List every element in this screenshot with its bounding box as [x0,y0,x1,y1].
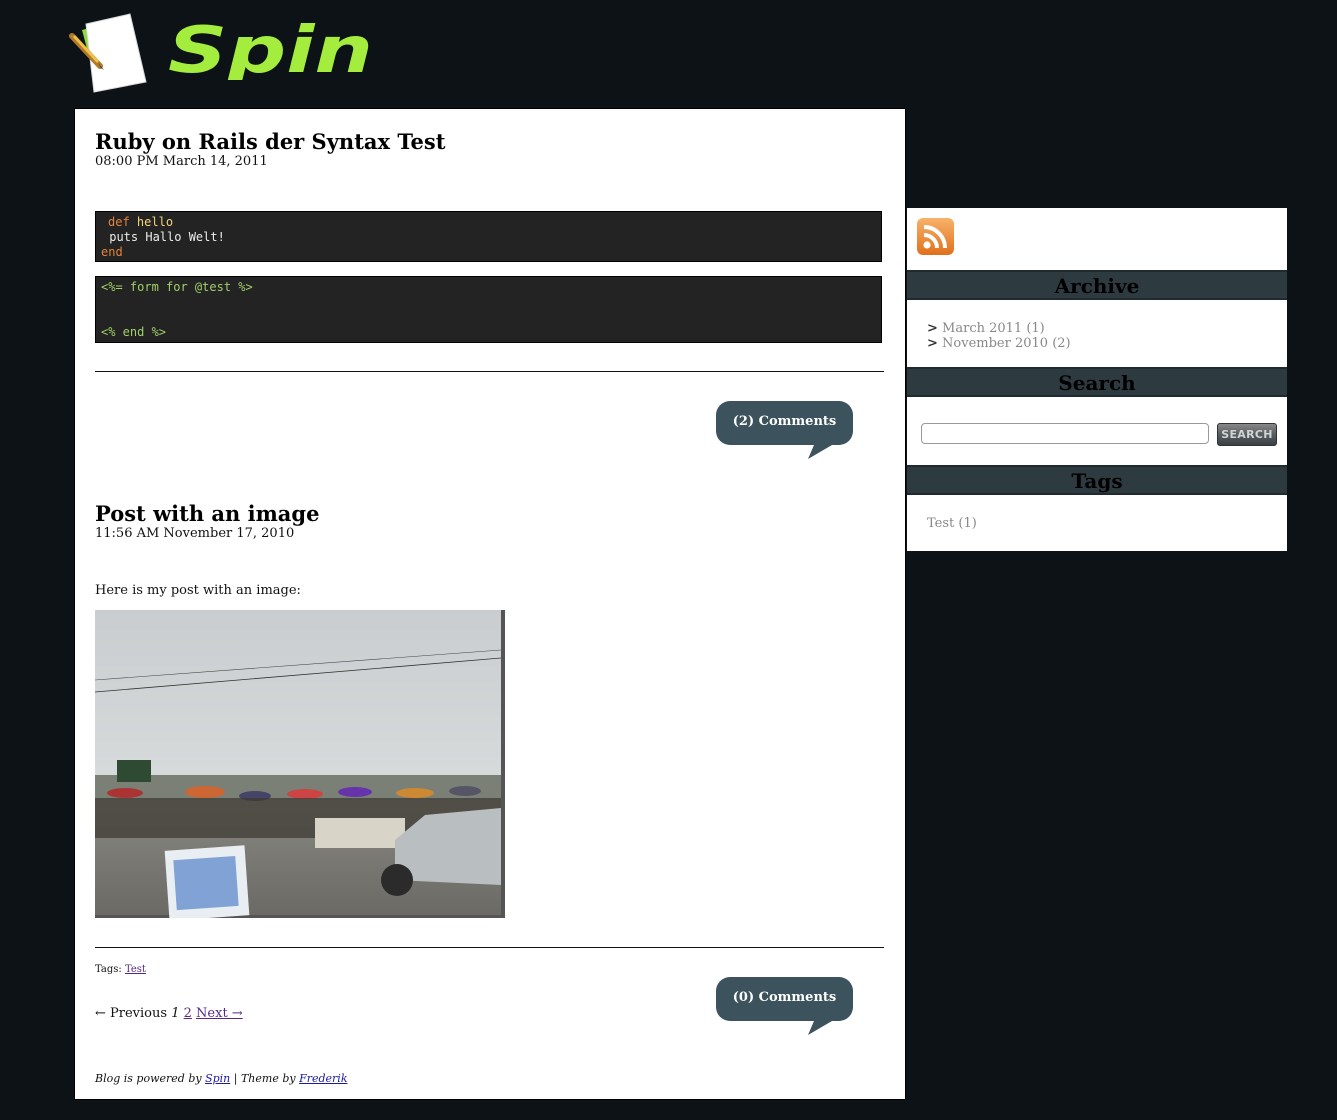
archive-list: > March 2011 (1) > November 2010 (2) [927,321,1071,351]
code-keyword: def [108,215,130,229]
spin-link[interactable]: Spin [205,1072,230,1085]
tag-cloud-item[interactable]: Test (1) [927,516,977,531]
tag-link[interactable]: Test [125,964,146,975]
code-block: <%= form for @test %> <% end %> [95,276,882,343]
archive-item-label[interactable]: November 2010 (2) [942,336,1071,351]
pagination: ← Previous 1 2 Next → [95,1006,243,1021]
search-button[interactable]: SEARCH [1217,423,1277,446]
post-divider [95,371,884,372]
post-body: Here is my post with an image: [95,583,301,598]
post-title[interactable]: Ruby on Rails der Syntax Test [95,129,445,154]
archive-item[interactable]: > November 2010 (2) [927,336,1071,351]
footer: Blog is powered by Spin | Theme by Frede… [95,1072,348,1085]
code-line: <% end %> [101,325,167,339]
footer-text: | Theme by [233,1072,296,1085]
search-heading: Search [907,367,1287,397]
code-block: def hello puts Hallo Welt! end [95,211,882,262]
current-page: 1 [171,1006,180,1021]
arrow-icon: > [927,321,938,336]
post-date: 11:56 AM November 17, 2010 [95,526,295,541]
comments-count[interactable]: (0) Comments [716,977,853,1021]
post-image[interactable] [95,610,505,918]
page-2-link[interactable]: 2 [184,1006,192,1021]
site-logo[interactable]: Spin [68,10,388,100]
archive-item[interactable]: > March 2011 (1) [927,321,1071,336]
search-input[interactable] [921,423,1209,444]
comments-bubble[interactable]: (2) Comments [716,401,853,461]
archive-heading: Archive [907,270,1287,300]
post-date: 08:00 PM March 14, 2011 [95,154,268,169]
arrow-icon: > [927,336,938,351]
brand-name: Spin [168,14,373,80]
tags-heading: Tags [907,465,1287,495]
code-function: hello [136,215,174,229]
rss-icon[interactable] [917,218,954,255]
post-tags: Tags: Test [95,964,146,975]
comments-count[interactable]: (2) Comments [716,401,853,445]
tags-prefix: Tags: [95,964,122,975]
archive-item-label[interactable]: March 2011 (1) [942,321,1045,336]
author-link[interactable]: Frederik [299,1072,347,1085]
notepad-pencil-icon [69,13,147,93]
sidebar: Archive > March 2011 (1) > November 2010… [907,208,1287,551]
post-title[interactable]: Post with an image [95,501,319,526]
tag-cloud: Test (1) [927,516,977,531]
code-keyword: end [101,245,123,259]
post-divider [95,947,884,948]
code-line: <%= form for @test %> [101,280,253,294]
previous-label: ← Previous [95,1006,168,1021]
code-line: puts Hallo Welt! [102,230,225,244]
main-content: Ruby on Rails der Syntax Test 08:00 PM M… [74,108,906,1100]
comments-bubble[interactable]: (0) Comments [716,977,853,1037]
brand-wordmark: Spin [168,14,373,80]
next-link[interactable]: Next → [196,1006,243,1021]
footer-text: Blog is powered by [95,1072,202,1085]
